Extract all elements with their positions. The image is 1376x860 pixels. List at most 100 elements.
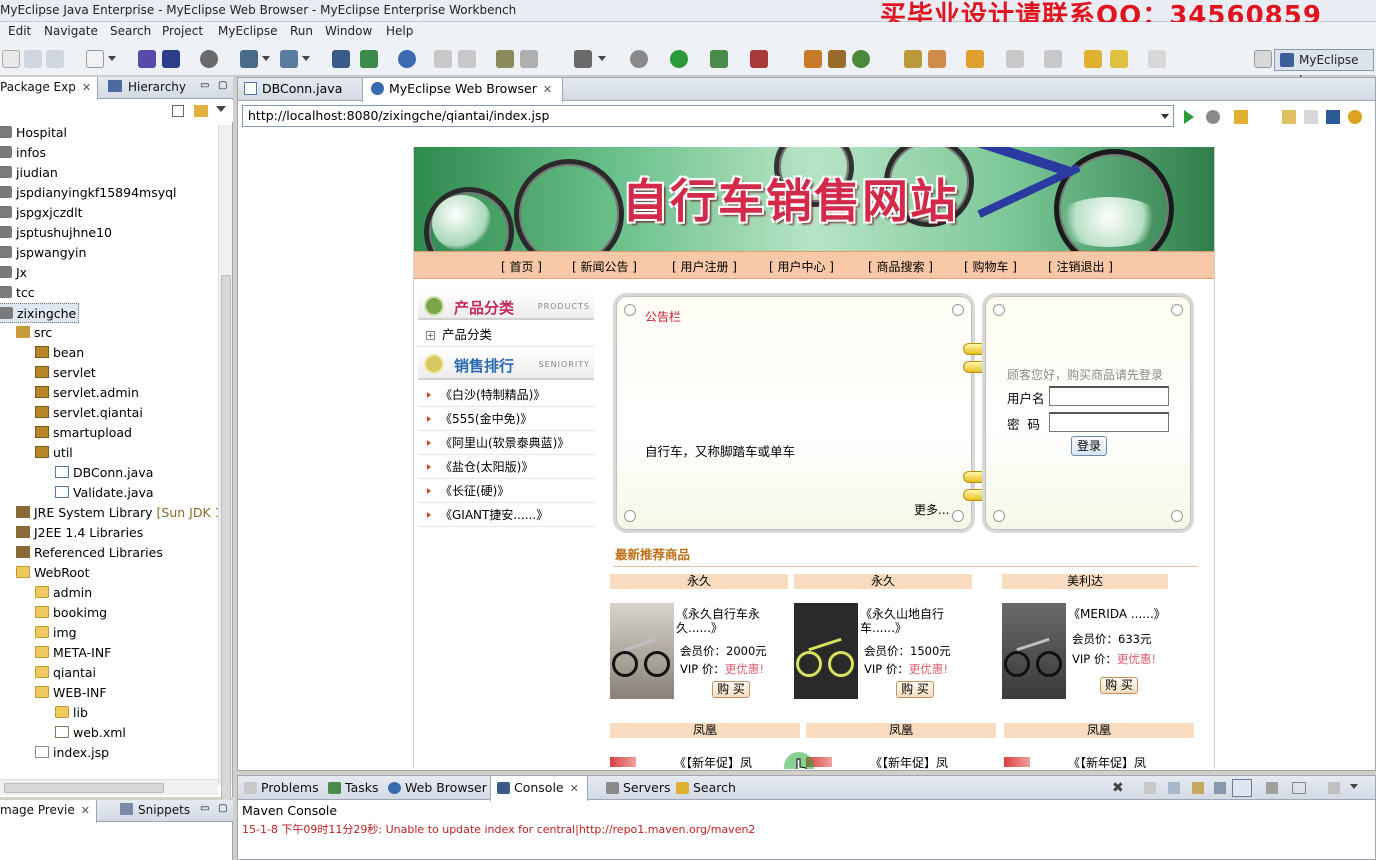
rank-item[interactable]: 《GIANT捷安......》 (418, 503, 594, 527)
terminate-icon[interactable]: ✖ (1112, 780, 1124, 796)
tab-problems[interactable]: Problems (244, 780, 319, 795)
camera-icon[interactable] (574, 50, 592, 68)
buy-button[interactable]: 购 买 (1100, 677, 1138, 694)
build-icon[interactable] (496, 50, 514, 68)
chevron-down-icon[interactable] (262, 56, 270, 61)
chevron-down-icon[interactable] (1350, 784, 1358, 789)
tab-hierarchy[interactable]: Hierarchy (108, 80, 186, 94)
tree-node[interactable]: WebRoot (16, 563, 90, 583)
product-name[interactable]: 《MERIDA ......》 (1068, 607, 1166, 621)
debug-icon[interactable] (630, 50, 648, 68)
menu-project[interactable]: Project (162, 24, 203, 38)
tree-node[interactable]: JRE System Library[Sun JDK 1. (16, 503, 218, 523)
nav-cart[interactable]: [ 购物车 ] (964, 258, 1017, 275)
rank-item[interactable]: 《555(金中免)》 (418, 407, 594, 431)
run-config-icon[interactable] (280, 50, 298, 68)
scrollbar-thumb[interactable] (4, 783, 164, 793)
db-icon[interactable] (200, 50, 218, 68)
refresh-icon[interactable] (520, 50, 538, 68)
refresh-icon[interactable] (1348, 110, 1362, 124)
deploy-icon[interactable] (138, 50, 156, 68)
new-package-icon[interactable] (828, 50, 846, 68)
stop-icon[interactable] (1326, 110, 1340, 124)
password-input[interactable] (1049, 412, 1169, 432)
tree-node[interactable]: Hospital (0, 125, 67, 143)
product-image[interactable] (610, 757, 636, 767)
product-name[interactable]: 《永久自行车永久......》 (676, 607, 772, 635)
notice-more-link[interactable]: 更多... (914, 501, 949, 518)
menu-help[interactable]: Help (386, 24, 413, 38)
prev-annotation-icon[interactable] (1044, 50, 1062, 68)
tree-vertical-scrollbar[interactable] (218, 125, 232, 805)
tree-node[interactable]: J2EE 1.4 Libraries (16, 523, 143, 543)
tree-node[interactable]: jspdianyingkf15894msyql (0, 183, 177, 203)
maximize-icon[interactable]: ▢ (218, 803, 227, 814)
display-console-icon[interactable] (1214, 782, 1226, 794)
maximize-icon[interactable]: ▢ (218, 80, 227, 91)
tree-node[interactable]: DBConn.java (55, 463, 153, 483)
tree-node[interactable]: bookimg (35, 603, 107, 623)
collapse-all-icon[interactable] (172, 105, 184, 117)
perspective-switcher[interactable]: MyEclipse J... (1274, 49, 1374, 87)
rank-item[interactable]: 《阿里山(软景泰典蓝)》 (418, 431, 594, 455)
stop-icon[interactable] (750, 50, 768, 68)
cut-icon[interactable] (434, 50, 452, 68)
open-folder-icon[interactable] (904, 50, 922, 68)
tree-node[interactable]: qiantai (35, 663, 96, 683)
favorites-icon[interactable] (1234, 110, 1248, 124)
menu-run[interactable]: Run (290, 24, 313, 38)
view-menu-icon[interactable] (1292, 782, 1306, 794)
open-console-icon[interactable] (1232, 779, 1252, 797)
tree-node[interactable]: Jx (0, 263, 27, 283)
close-icon[interactable]: ✕ (543, 83, 552, 96)
tree-node[interactable]: zixingche (0, 303, 80, 323)
menu-edit[interactable]: Edit (8, 24, 31, 38)
tree-node[interactable]: jspgxjczdlt (0, 203, 82, 223)
tab-tasks[interactable]: Tasks (328, 780, 379, 795)
open-perspective-icon[interactable] (1254, 50, 1272, 68)
category-item[interactable]: + 产品分类 (418, 323, 594, 347)
server-icon[interactable] (162, 50, 180, 68)
new-class-icon[interactable] (804, 50, 822, 68)
next-annotation-icon[interactable] (1006, 50, 1024, 68)
expand-icon[interactable]: + (426, 331, 435, 340)
new-icon[interactable] (2, 50, 20, 68)
minimize-icon[interactable] (1328, 782, 1340, 794)
tree-horizontal-scrollbar[interactable] (0, 779, 218, 795)
open-type-icon[interactable] (332, 50, 350, 68)
menu-search[interactable]: Search (110, 24, 151, 38)
go-icon[interactable] (1184, 110, 1194, 124)
tab-snippets[interactable]: Snippets (120, 803, 190, 817)
view-menu-icon[interactable] (216, 106, 226, 112)
forward-icon[interactable] (1148, 50, 1166, 68)
new-wizard-icon[interactable] (86, 50, 104, 68)
product-name[interactable]: 《【新年促】凤 (674, 756, 752, 769)
tree-node[interactable]: bean (35, 343, 84, 363)
tree-node[interactable]: Referenced Libraries (16, 543, 163, 563)
tree-node[interactable]: admin (35, 583, 92, 603)
minimize-icon[interactable]: ▭ (200, 803, 209, 814)
product-name[interactable]: 《【新年促】凤 (1068, 756, 1146, 769)
menu-navigate[interactable]: Navigate (44, 24, 98, 38)
product-name[interactable]: 《【新年促】凤 (870, 756, 948, 769)
forward-icon[interactable] (1304, 110, 1318, 124)
nav-home[interactable]: [ 首页 ] (501, 258, 542, 275)
product-image[interactable] (610, 603, 674, 699)
open-resource-icon[interactable] (360, 50, 378, 68)
tab-web-browser[interactable]: MyEclipse Web Browser ✕ (362, 78, 564, 102)
login-button[interactable]: 登录 (1071, 436, 1107, 456)
rank-item[interactable]: 《白沙(特制精品)》 (418, 383, 594, 407)
menu-window[interactable]: Window (325, 24, 372, 38)
link-editor-icon[interactable] (194, 105, 208, 117)
tab-web-browser-view[interactable]: Web Browser (388, 780, 487, 795)
run-icon[interactable] (670, 50, 688, 68)
clear-console-icon[interactable] (1144, 782, 1156, 794)
tree-node[interactable]: lib (55, 703, 88, 723)
new-console-icon[interactable] (1266, 782, 1278, 794)
save-all-icon[interactable] (46, 50, 64, 68)
nav-register[interactable]: [ 用户注册 ] (672, 258, 737, 275)
chevron-down-icon[interactable] (598, 56, 606, 61)
run-external-icon[interactable] (710, 50, 728, 68)
close-icon[interactable]: ✕ (81, 804, 90, 817)
chevron-down-icon[interactable] (108, 56, 116, 61)
